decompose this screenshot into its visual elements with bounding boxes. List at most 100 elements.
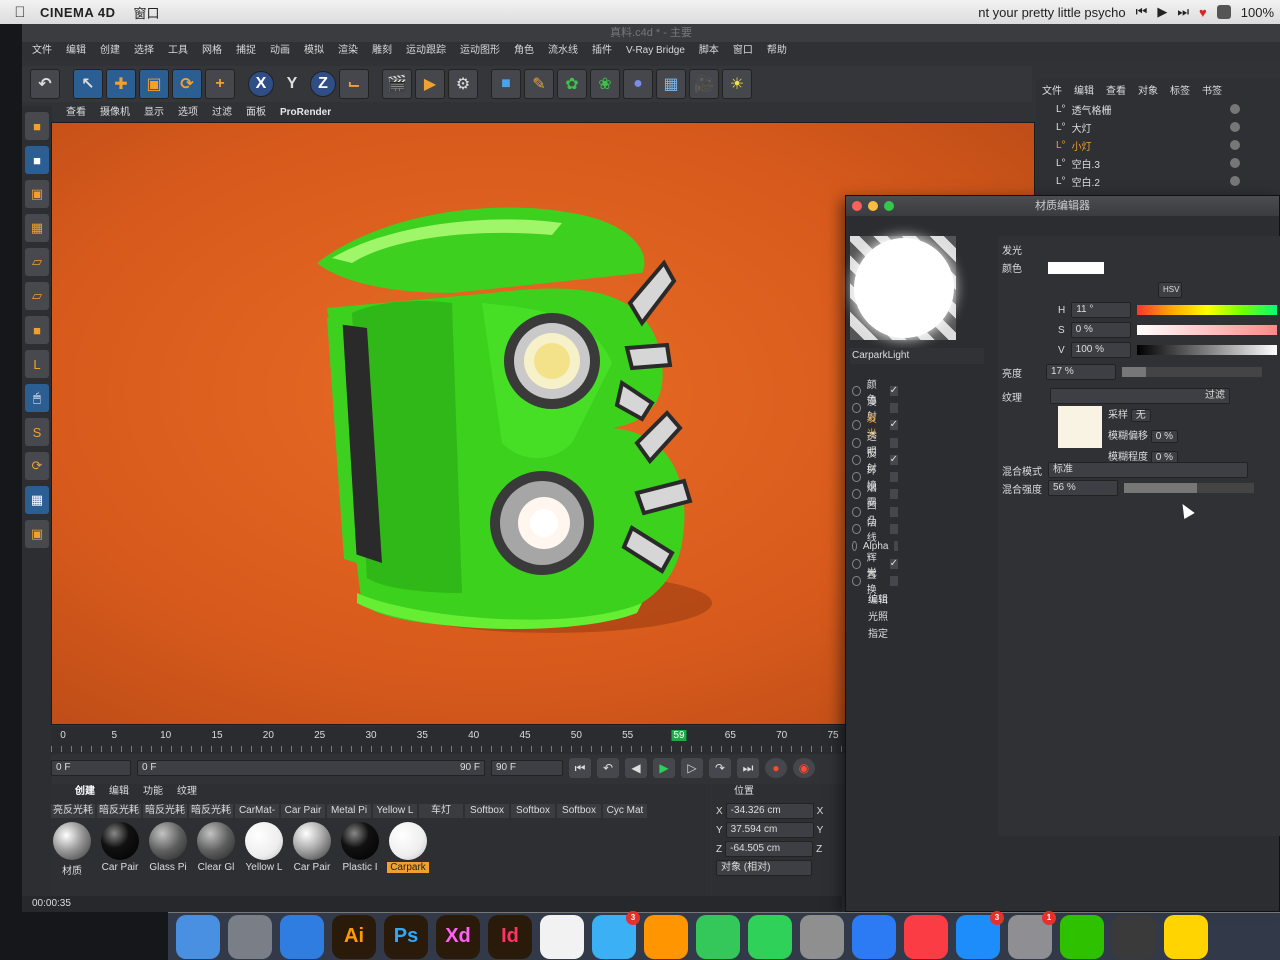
h-field[interactable]: 11 °: [1071, 302, 1132, 318]
visibility-dot-icon[interactable]: [1230, 176, 1240, 186]
material-preview[interactable]: [850, 236, 956, 340]
main-menu-item[interactable]: V-Ray Bridge: [626, 42, 685, 60]
viewport-menu-item[interactable]: 查看: [66, 104, 86, 122]
ps-icon[interactable]: Ps: [384, 914, 428, 959]
viewport-menu-item[interactable]: 面板: [246, 104, 266, 122]
render-view-icon[interactable]: 🎬: [382, 69, 412, 99]
object-manager-menu-item[interactable]: 书签: [1202, 82, 1222, 97]
id-icon[interactable]: Id: [488, 914, 532, 959]
blend-mode-select[interactable]: 标准: [1048, 462, 1248, 478]
main-menu-item[interactable]: 运动图形: [460, 42, 500, 60]
material-item[interactable]: Plastic I: [339, 822, 381, 877]
lock-icon[interactable]: ▣: [25, 520, 49, 548]
material-label-tab[interactable]: Softbox: [557, 804, 601, 818]
object-manager-menu-item[interactable]: 对象: [1138, 82, 1158, 97]
cloner-icon[interactable]: ❀: [590, 69, 620, 99]
channel-checkbox[interactable]: [889, 472, 898, 483]
play-icon[interactable]: ▶: [1157, 4, 1167, 20]
material-label-tab[interactable]: Yellow L: [373, 804, 417, 818]
main-menu-item[interactable]: 插件: [592, 42, 612, 60]
app-menu[interactable]: CINEMA 4D: [40, 5, 116, 20]
main-menu-item[interactable]: 渲染: [338, 42, 358, 60]
coordinate-system-icon[interactable]: ⌙: [339, 69, 369, 99]
close-icon[interactable]: [852, 201, 862, 211]
model-mode-icon[interactable]: ■: [25, 146, 49, 174]
add-tool-icon[interactable]: +: [205, 69, 235, 99]
color-swatch[interactable]: [1048, 261, 1104, 274]
material-label-tab[interactable]: 暗反光耗: [143, 804, 187, 818]
grid-icon[interactable]: ▦: [25, 486, 49, 514]
blend-strength-slider[interactable]: [1124, 483, 1254, 493]
material-manager-menu-item[interactable]: 创建: [75, 784, 95, 800]
material-label-tab[interactable]: Softbox: [511, 804, 555, 818]
channel-checkbox[interactable]: [889, 506, 898, 517]
main-menu-item[interactable]: 模拟: [304, 42, 324, 60]
range-slider[interactable]: 0 F 90 F: [137, 760, 485, 776]
material-label-tab[interactable]: Metal Pi: [327, 804, 371, 818]
heart-icon[interactable]: ♥: [1199, 5, 1207, 20]
main-menu-item[interactable]: 帮助: [767, 42, 787, 60]
material-item[interactable]: 材质: [51, 822, 93, 877]
axis-mode-icon[interactable]: L: [25, 350, 49, 378]
y-axis-button[interactable]: Y: [277, 69, 307, 99]
numbers-icon[interactable]: [696, 914, 740, 959]
texture-filter-field[interactable]: 过滤: [1050, 388, 1230, 404]
channel-checkbox[interactable]: [889, 575, 898, 586]
viewport-menu-item[interactable]: 过滤: [212, 104, 232, 122]
battery-text[interactable]: 100%: [1241, 5, 1274, 20]
blur-offset-field[interactable]: 0 %: [1150, 430, 1179, 443]
main-menu-item[interactable]: 文件: [32, 42, 52, 60]
app-store-icon[interactable]: 3: [956, 910, 1004, 959]
messages-icon[interactable]: 3: [592, 910, 640, 959]
material-manager-menu-item[interactable]: 编辑: [109, 784, 129, 800]
main-menu-item[interactable]: 动画: [270, 42, 290, 60]
channel-checkbox[interactable]: ✓: [889, 420, 898, 431]
now-playing-text[interactable]: nt your pretty little psycho: [978, 5, 1125, 20]
object-manager-menu-item[interactable]: 编辑: [1074, 82, 1094, 97]
blend-strength-field[interactable]: 56 %: [1048, 480, 1118, 496]
material-item[interactable]: Car Pair: [291, 822, 333, 877]
sampling-select[interactable]: 无: [1130, 409, 1151, 422]
camera-icon[interactable]: 🎥: [689, 69, 719, 99]
scale-tool-icon[interactable]: ▣: [139, 69, 169, 99]
material-item[interactable]: Clear Gl: [195, 822, 237, 877]
object-row[interactable]: L° 小灯: [1036, 136, 1280, 154]
deformer-icon[interactable]: ●: [623, 69, 653, 99]
pos-x-field[interactable]: -34.326 cm: [725, 803, 814, 819]
pen-icon[interactable]: [1112, 914, 1156, 959]
texture-mode-icon[interactable]: ▣: [25, 180, 49, 208]
channel-row[interactable]: 置换: [850, 570, 990, 596]
channel-row[interactable]: 法线: [850, 518, 990, 544]
x-axis-button[interactable]: X: [248, 71, 274, 97]
channel-checkbox[interactable]: [889, 489, 898, 500]
channel-checkbox[interactable]: ✓: [889, 454, 898, 465]
brightness-slider[interactable]: [1122, 367, 1262, 377]
s-field[interactable]: 0 %: [1070, 322, 1131, 338]
make-editable-icon[interactable]: ■: [25, 112, 49, 140]
photos-icon[interactable]: [540, 914, 584, 959]
material-name-field[interactable]: CarparkLight: [850, 348, 984, 364]
viewport-menu-item[interactable]: ProRender: [280, 104, 331, 122]
edges-mode-icon[interactable]: ▱: [25, 282, 49, 310]
object-row[interactable]: L° 大灯: [1036, 118, 1280, 136]
editor-section-link[interactable]: 编辑: [850, 590, 990, 607]
tweak-mode-icon[interactable]: 🖱: [25, 384, 49, 412]
viewport-menu-item[interactable]: 摄像机: [100, 104, 130, 122]
render-settings-icon[interactable]: ⚙: [448, 69, 478, 99]
apple-icon[interactable]: : [0, 4, 40, 21]
polygons-mode-icon[interactable]: ■: [25, 316, 49, 344]
pos-y-field[interactable]: 37.594 cm: [725, 822, 814, 838]
texture-preview[interactable]: [1058, 406, 1102, 448]
material-editor-titlebar[interactable]: 材质编辑器: [846, 196, 1279, 216]
object-manager-menu-item[interactable]: 文件: [1042, 82, 1062, 97]
hue-slider[interactable]: [1137, 305, 1278, 315]
minimize-icon[interactable]: [868, 201, 878, 211]
v-field[interactable]: 100 %: [1070, 342, 1131, 358]
main-menu-item[interactable]: 脚本: [699, 42, 719, 60]
goto-end-icon[interactable]: ⏭: [737, 758, 759, 778]
channel-checkbox[interactable]: ✓: [889, 385, 898, 396]
material-item[interactable]: Glass Pi: [147, 822, 189, 877]
main-menu-item[interactable]: 角色: [514, 42, 534, 60]
material-label-tab[interactable]: Cyc Mat: [603, 804, 647, 818]
qq-music-icon[interactable]: [1164, 914, 1208, 959]
